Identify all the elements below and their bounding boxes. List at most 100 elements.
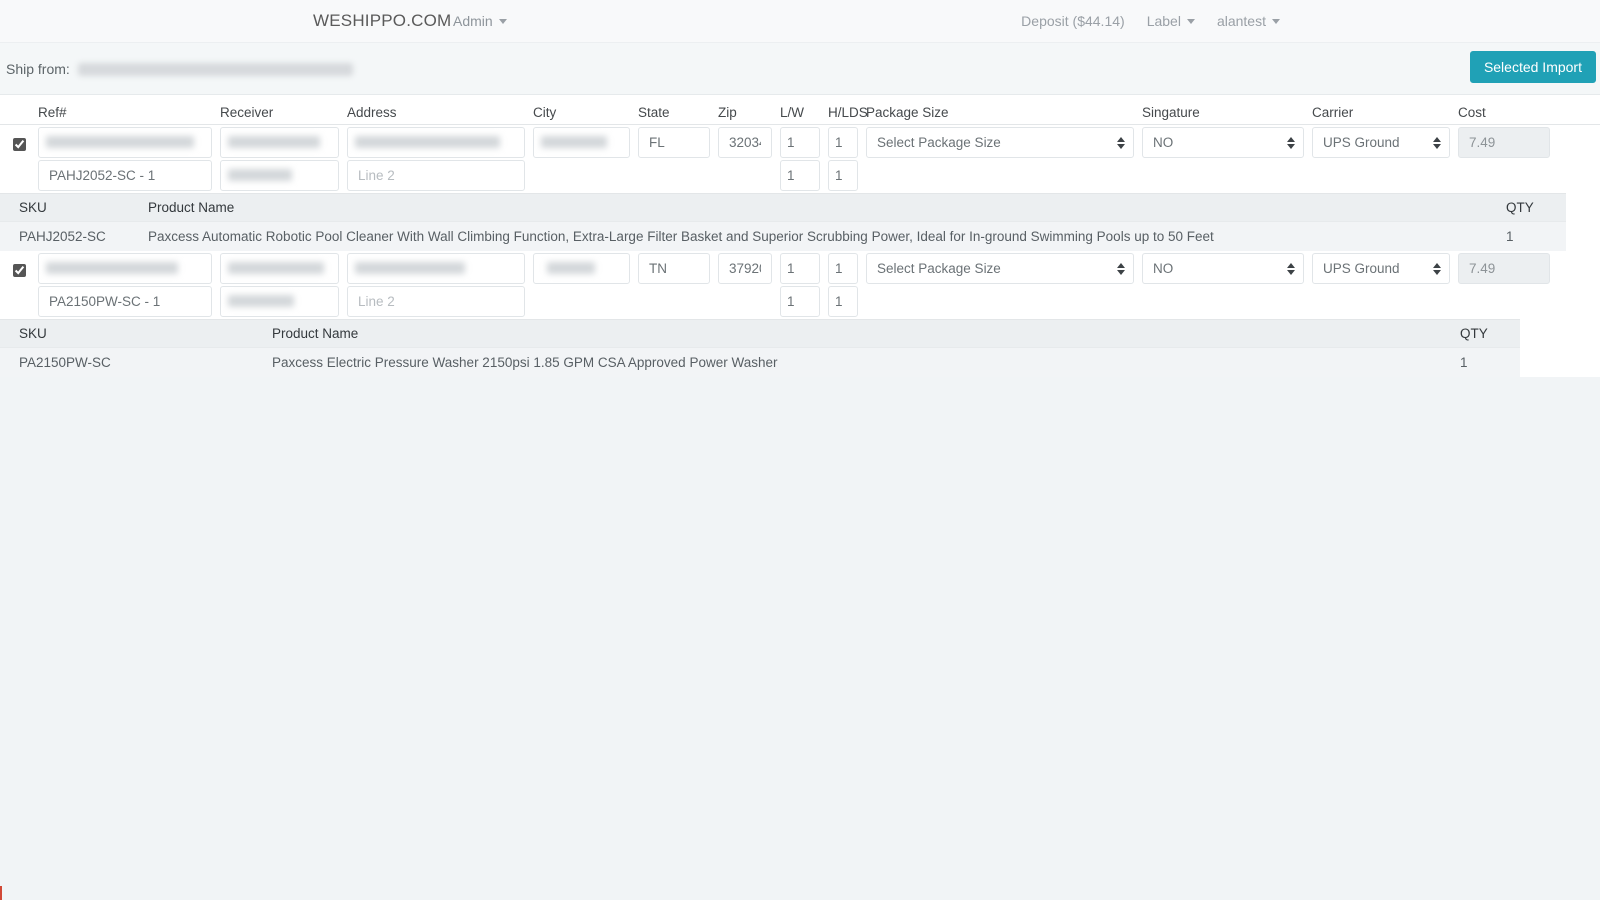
address-line2-input[interactable] [347,160,525,191]
carrier-select[interactable]: UPS Ground [1312,127,1450,158]
city-field-cell [533,127,638,158]
receiver-line2-redacted-mask [228,295,294,307]
sku-header-sku: SKU [19,200,47,215]
deposit-label: Deposit ($44.14) [1021,13,1125,29]
address-line2-cell [347,160,533,191]
zip-field-cell [718,253,780,284]
ref-line2-cell [38,160,220,191]
nav-item-admin[interactable]: Admin [453,13,507,29]
cost-input [1458,253,1550,284]
lw2-field-cell [780,160,828,191]
header-receiver: Receiver [220,105,274,120]
sku-qty: 1 [1460,355,1468,370]
sku-header-name: Product Name [148,200,235,215]
header-package-size: Package Size [866,105,949,120]
package-size-select[interactable]: Select Package Size [866,253,1134,284]
user-menu-label: alantest [1216,13,1266,29]
height-lds-input[interactable] [828,253,858,284]
sku-header-sku: SKU [19,326,47,341]
chevron-down-icon [1272,18,1280,24]
selected-import-button[interactable]: Selected Import [1469,51,1596,83]
header-city: City [533,105,557,120]
chevron-down-icon [1186,18,1195,24]
row-secondary-line [0,286,1600,319]
city-field-cell [533,253,638,284]
sku-qty: 1 [1506,229,1514,244]
package-size-select[interactable]: Select Package Size [866,127,1134,158]
table-row: Select Package Size NO UPS Ground [0,125,1600,251]
navbar-right-group: Deposit ($44.14) Label alantest [1021,13,1280,29]
city-redacted-mask [541,136,607,148]
ref-line2-input[interactable] [38,160,212,191]
cost-input [1458,127,1550,158]
receiver-redacted-mask [228,136,320,148]
nav-item-deposit[interactable]: Deposit ($44.14) [1021,13,1125,29]
sku-table: SKU Product Name QTY PAHJ2052-SC Paxcess… [0,193,1566,251]
ref-field-cell [38,253,220,284]
row-checkbox[interactable] [12,138,26,151]
lds2-field-cell [828,160,866,191]
receiver-line2-cell [220,286,347,317]
address-field-cell [347,253,533,284]
state-input[interactable] [638,127,710,158]
top-navbar: WESHIPPO.COM Admin Deposit ($44.14) Labe… [0,0,1600,43]
sku-product-name: Paxcess Electric Pressure Washer 2150psi… [272,355,778,370]
state-field-cell [638,253,718,284]
nav-admin-label: Admin [453,13,493,29]
receiver-field-cell [220,253,347,284]
table-header-row: Ref# Receiver Address City State Zip L/W… [0,95,1600,125]
zip-field-cell [718,127,780,158]
ref-line2-input[interactable] [38,286,212,317]
receiver-line2-cell [220,160,347,191]
length-width-input[interactable] [780,127,820,158]
nav-item-label[interactable]: Label [1147,13,1195,29]
sku-header-name: Product Name [272,326,359,341]
header-signature: Singature [1142,105,1200,120]
package-size-cell: Select Package Size [866,253,1142,284]
shipment-table: Ref# Receiver Address City State Zip L/W… [0,95,1600,377]
row-primary-line: Select Package Size NO UPS Ground [0,125,1600,160]
signature-select[interactable]: NO [1142,253,1304,284]
width-input[interactable] [780,160,820,191]
header-lw: L/W [780,105,805,120]
sku-header-row: SKU Product Name QTY [0,193,1566,221]
lds-input[interactable] [828,160,858,191]
ship-from-label: Ship from: [6,60,70,77]
ship-from-bar: Ship from: Selected Import [0,43,1600,95]
ref-line2-cell [38,286,220,317]
height-lds-input[interactable] [828,127,858,158]
page-bottom-marker [0,886,8,900]
lds-input[interactable] [828,286,858,317]
city-redacted-mask [547,262,595,274]
length-width-input[interactable] [780,253,820,284]
header-zip: Zip [718,105,737,120]
sku-value: PAHJ2052-SC [19,229,106,244]
header-carrier: Carrier [1312,105,1354,120]
receiver-field-cell [220,127,347,158]
carrier-cell: UPS Ground [1312,127,1458,158]
zip-input[interactable] [718,253,772,284]
label-menu-label: Label [1146,13,1181,29]
chevron-down-icon [498,18,507,24]
row-select-spacer [0,300,38,304]
address-line2-input[interactable] [347,286,525,317]
width-input[interactable] [780,286,820,317]
address-field-cell [347,127,533,158]
zip-input[interactable] [718,127,772,158]
row-select-cell [0,260,38,277]
header-ref: Ref# [38,105,67,120]
signature-select[interactable]: NO [1142,127,1304,158]
nav-item-user[interactable]: alantest [1217,13,1280,29]
signature-cell: NO [1142,127,1312,158]
carrier-cell: UPS Ground [1312,253,1458,284]
state-input[interactable] [638,253,710,284]
sku-value: PA2150PW-SC [19,355,111,370]
table-row: Select Package Size NO UPS Ground [0,251,1600,377]
row-checkbox[interactable] [12,264,26,277]
address-redacted-mask [355,262,465,274]
lw2-field-cell [780,286,828,317]
row-secondary-line [0,160,1600,193]
brand-logo[interactable]: WESHIPPO.COM [313,11,451,31]
carrier-select[interactable]: UPS Ground [1312,253,1450,284]
sku-table: SKU Product Name QTY PA2150PW-SC Paxcess… [0,319,1520,377]
